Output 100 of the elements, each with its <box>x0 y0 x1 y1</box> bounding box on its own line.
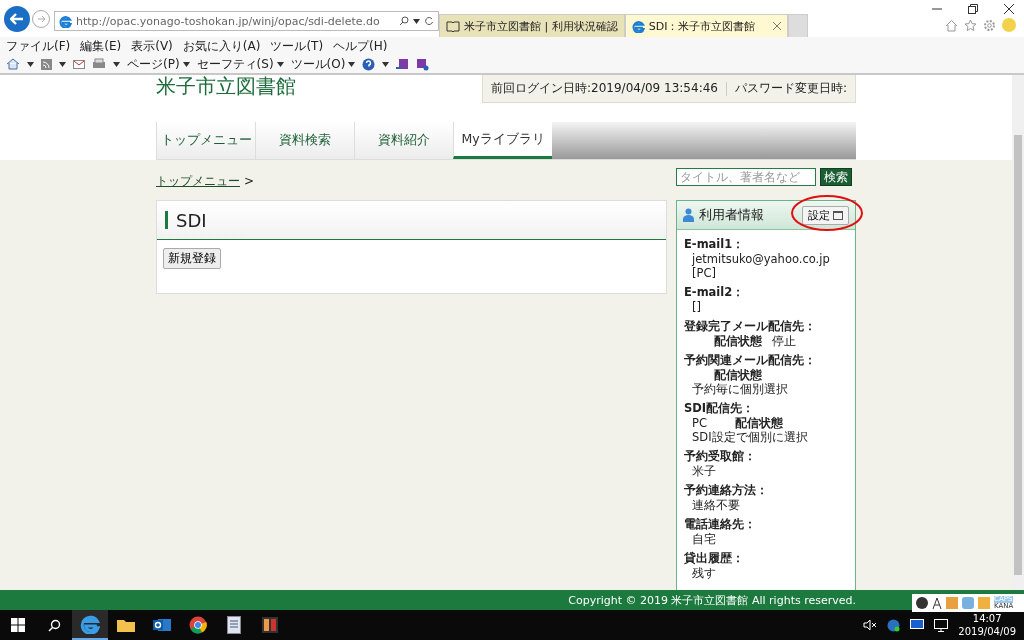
breadcrumb-link[interactable]: トップメニュー <box>156 172 240 190</box>
network-icon[interactable] <box>934 618 949 632</box>
command-menu[interactable]: ツール(O) <box>290 55 346 73</box>
font-icon[interactable] <box>932 597 942 609</box>
menu-item[interactable]: ヘルプ(H) <box>333 37 388 55</box>
status-label: 配信状態 <box>714 334 762 348</box>
scrollbar-thumb[interactable] <box>1014 135 1022 575</box>
note-icon[interactable] <box>396 57 410 71</box>
command-menu[interactable]: ページ(P) <box>127 55 180 73</box>
browser-tab[interactable]: 米子市立図書館 | 利用状況確認 <box>439 14 625 37</box>
field-label: 予約関連メール配信先： <box>684 353 817 367</box>
tab-title: 米子市立図書館 | 利用状況確認 <box>464 18 618 34</box>
home-icon[interactable] <box>6 58 20 70</box>
nav-tab[interactable]: トップメニュー <box>156 122 255 159</box>
panel-title: 利用者情報 <box>699 206 765 224</box>
caret-icon[interactable] <box>59 61 66 67</box>
settings-icon[interactable] <box>983 18 996 32</box>
close-icon[interactable] <box>1004 4 1014 14</box>
new-registration-button[interactable]: 新規登録 <box>163 248 221 269</box>
tab-title: SDI：米子市立図書館 <box>648 18 756 34</box>
feed-icon[interactable] <box>41 58 52 70</box>
forward-arrow-icon <box>36 15 46 23</box>
restore-icon[interactable] <box>968 4 978 14</box>
close-tab-icon[interactable] <box>773 22 782 30</box>
back-arrow-icon <box>10 13 24 25</box>
site-logo[interactable]: 米子市立図書館 <box>156 75 296 97</box>
menu-item[interactable]: ファイル(F) <box>6 37 71 55</box>
taskbar-clock[interactable]: 14:07 2019/04/09 <box>958 611 1016 639</box>
print-icon[interactable] <box>92 58 106 70</box>
command-menu[interactable]: セーフティ(S) <box>196 55 274 73</box>
field-value: jetmitsuko@yahoo.co.jp [PC] <box>690 252 831 280</box>
nav-tab[interactable]: Myライブラリ <box>453 122 552 159</box>
speaker-muted-icon[interactable] <box>863 619 878 631</box>
field-value: [] <box>691 300 702 314</box>
menu-item[interactable]: 表示(V) <box>131 37 173 55</box>
field-label: 予約受取館： <box>684 449 757 463</box>
monitor-icon[interactable] <box>910 619 925 631</box>
status-value: 停止 <box>772 334 796 348</box>
menu-item[interactable]: ツール(T) <box>270 37 324 55</box>
field-label: E-mail1： <box>684 237 746 251</box>
browser-logo-icon <box>80 614 100 634</box>
caret-icon[interactable] <box>382 61 390 67</box>
field-value: 自宅 <box>691 532 717 546</box>
folder-icon <box>117 618 135 632</box>
status-value: SDI設定で個別に選択 <box>692 430 808 444</box>
search-icon <box>47 618 61 632</box>
browser-logo-icon <box>631 19 645 33</box>
search-button[interactable]: 検索 <box>820 168 852 186</box>
settings-button[interactable]: 設定 <box>802 205 849 225</box>
mail-icon[interactable] <box>73 59 85 69</box>
refresh-icon[interactable] <box>424 16 434 26</box>
circle-logo-icon <box>189 616 207 634</box>
caret-icon[interactable] <box>276 61 284 67</box>
field-label: SDI配信先： <box>684 401 756 415</box>
highlight-circle <box>791 195 863 231</box>
person-icon <box>683 208 694 222</box>
field-value: 連絡不要 <box>691 498 741 512</box>
password-changed-text: パスワード変更日時: <box>734 80 847 97</box>
menu-item[interactable]: 編集(E) <box>80 37 122 55</box>
search-field[interactable]: タイトル、著者名など <box>676 168 816 186</box>
field-value: 残す <box>691 566 717 580</box>
document-icon <box>227 616 241 634</box>
breadcrumb-separator: > <box>244 174 255 188</box>
field-label: 電話連絡先： <box>684 517 757 531</box>
browser-tab[interactable]: SDI：米子市立図書館 <box>624 14 789 37</box>
menu-item[interactable]: お気に入り(A) <box>182 37 261 55</box>
mail-app-icon <box>153 617 171 633</box>
status-label: 配信状態 <box>734 416 783 430</box>
status-label: 配信状態 <box>714 368 762 382</box>
browser-taskbar-button[interactable] <box>72 610 108 640</box>
address-bar[interactable]: http://opac.yonago-toshokan.jp/winj/opac/sdi-delete.do <box>54 11 439 31</box>
app-icon <box>262 617 278 633</box>
nav-tab[interactable]: 資料検索 <box>255 122 354 159</box>
star-icon[interactable] <box>964 18 977 32</box>
status-value: 予約毎に個別選択 <box>692 382 788 396</box>
home-icon[interactable] <box>945 18 958 32</box>
field-value: PC <box>692 416 707 430</box>
field-label: 登録完了メール配信先： <box>684 319 817 333</box>
caret-icon[interactable] <box>413 18 420 24</box>
search-icon[interactable] <box>399 16 409 26</box>
caret-icon[interactable] <box>27 61 34 67</box>
copyright-text: Copyright © 2019 米子市立図書館 All rights reserved. <box>567 592 856 608</box>
browser-logo-icon <box>59 14 72 28</box>
field-label: 貸出履歴： <box>684 551 745 565</box>
caret-icon[interactable] <box>113 61 120 67</box>
help-icon[interactable] <box>362 57 376 71</box>
last-login-text: 前回ログイン日時:2019/04/09 13:54:46 <box>491 80 718 97</box>
panel-title: SDI <box>176 209 207 231</box>
note-icon[interactable] <box>416 57 430 71</box>
address-text: http://opac.yonago-toshokan.jp/winj/opac/sdi-delete.do <box>76 14 381 28</box>
window-icon <box>833 210 843 220</box>
nav-tab[interactable]: 資料紹介 <box>354 122 453 159</box>
field-label: 予約連絡方法： <box>684 483 769 497</box>
caret-icon[interactable] <box>348 61 356 67</box>
caret-icon[interactable] <box>182 61 190 67</box>
field-label: E-mail2： <box>684 285 746 299</box>
clock-time: 14:07 <box>972 611 1002 625</box>
clock-date: 2019/04/09 <box>958 625 1016 639</box>
windows-logo-icon <box>11 618 25 632</box>
back-button[interactable] <box>4 6 30 32</box>
